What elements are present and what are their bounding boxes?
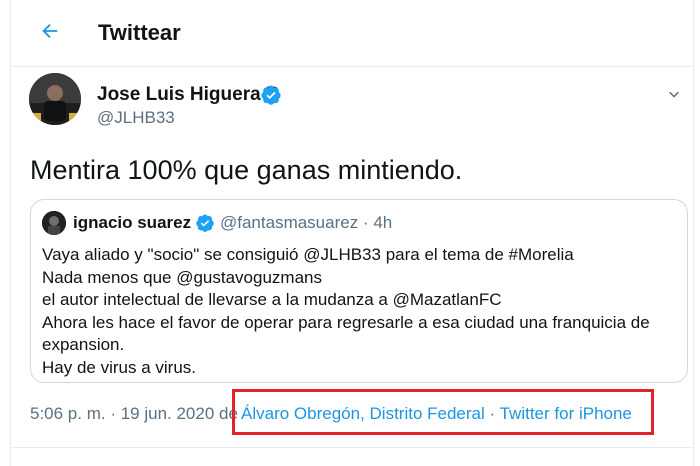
quoted-author-avatar xyxy=(42,211,66,235)
tweet-timestamp[interactable]: 5:06 p. m. · 19 jun. 2020 de xyxy=(30,404,238,424)
quoted-avatar-image xyxy=(42,211,66,235)
chevron-down-icon xyxy=(669,91,679,98)
quoted-tweet[interactable]: ignacio suarez @fantasmasuarez · 4h Vaya… xyxy=(30,199,688,383)
divider xyxy=(11,447,693,448)
author-avatar[interactable] xyxy=(29,73,81,125)
quoted-text-line: Ahora les hace el favor de operar para r… xyxy=(42,312,650,332)
back-button[interactable] xyxy=(35,16,65,46)
quoted-text-line: expansion. xyxy=(42,335,125,354)
tweet-text: Mentira 100% que ganas mintiendo. xyxy=(30,155,463,185)
avatar-image xyxy=(29,73,81,125)
quoted-text-line: Nada menos que @gustavoguzmans xyxy=(42,267,322,287)
quoted-text-line: el autor intelectual de llevarse a la mu… xyxy=(42,290,502,309)
verified-badge-icon xyxy=(196,214,214,232)
tweet-page: Twittear Jose Luis Higuera B @JLHB33 Men… xyxy=(0,0,700,466)
location-link[interactable]: Álvaro Obregón, Distrito Federal xyxy=(241,404,485,423)
page-title: Twittear xyxy=(98,20,181,45)
right-divider xyxy=(693,0,694,466)
more-options-button[interactable] xyxy=(663,84,685,106)
verified-badge-icon xyxy=(261,85,281,105)
quoted-tweet-text: Vaya aliado y "socio" se consiguió @JLHB… xyxy=(42,244,682,379)
left-divider xyxy=(10,0,11,466)
quoted-author-name: ignacio suarez xyxy=(73,213,192,232)
page-header: Twittear xyxy=(11,0,693,67)
author-name[interactable]: Jose Luis Higuera B xyxy=(97,84,280,106)
quoted-text-line: Hay de virus a virus. xyxy=(42,357,196,377)
quoted-text-line: Vaya aliado y "socio" se consiguió @JLHB… xyxy=(42,245,574,264)
tweet-meta-links: Álvaro Obregón, Distrito Federal · Twitt… xyxy=(241,404,632,424)
quoted-author-handle: @fantasmasuarez · 4h xyxy=(220,213,393,232)
arrow-left-icon xyxy=(42,23,58,39)
source-link[interactable]: Twitter for iPhone xyxy=(500,404,632,423)
author-handle[interactable]: @JLHB33 xyxy=(97,108,175,128)
meta-separator: · xyxy=(489,404,496,423)
